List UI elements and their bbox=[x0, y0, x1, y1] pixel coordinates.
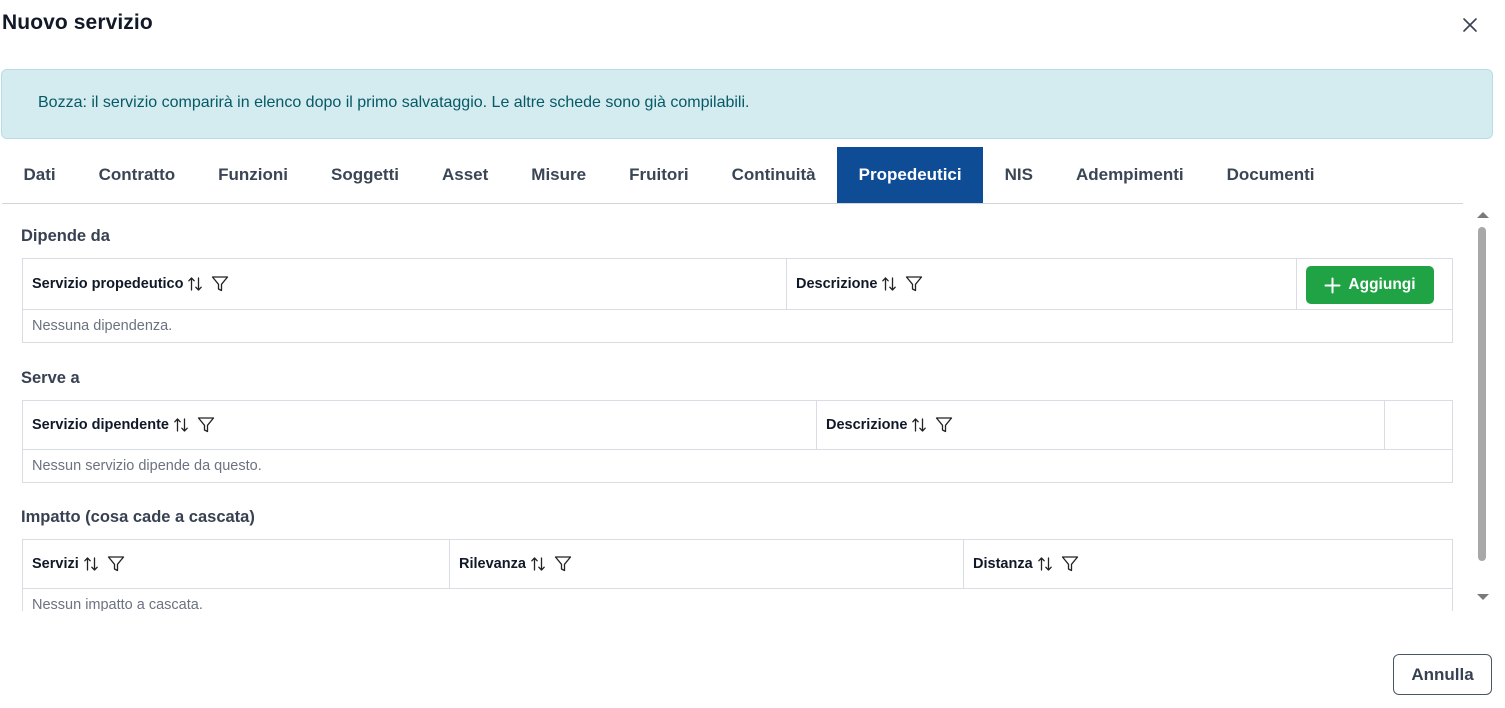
empty-row: Nessuna dipendenza. bbox=[32, 318, 173, 334]
table-impatto: Servizi Rilevanza Distanza Nessun impatt… bbox=[22, 539, 1453, 611]
tab-adempimenti[interactable]: Adempimenti bbox=[1054, 147, 1205, 203]
section-title-dipende: Dipende da bbox=[21, 227, 110, 245]
sort-icon[interactable] bbox=[1037, 555, 1053, 573]
tab-documenti[interactable]: Documenti bbox=[1205, 147, 1336, 203]
scrollbar-thumb[interactable] bbox=[1478, 227, 1486, 561]
sort-icon[interactable] bbox=[83, 555, 99, 573]
filter-icon[interactable] bbox=[935, 416, 953, 434]
filter-icon[interactable] bbox=[107, 555, 125, 573]
tab-misure[interactable]: Misure bbox=[510, 147, 608, 203]
filter-icon[interactable] bbox=[1061, 555, 1079, 573]
column-label: Distanza bbox=[973, 556, 1033, 572]
column-servizio-dipendente: Servizio dipendente bbox=[23, 401, 816, 449]
tab-dati[interactable]: Dati bbox=[2, 147, 77, 203]
table-header: Servizio dipendente Descrizione bbox=[23, 401, 1452, 450]
table-dipende: Servizio propedeutico Descrizione Aggiun… bbox=[22, 258, 1453, 343]
column-label: Descrizione bbox=[796, 276, 878, 292]
tab-fruitori[interactable]: Fruitori bbox=[608, 147, 711, 203]
column-label: Servizio propedeutico bbox=[32, 276, 184, 292]
draft-alert-text: Bozza: il servizio comparirà in elenco d… bbox=[38, 94, 750, 111]
filter-icon[interactable] bbox=[197, 416, 215, 434]
tab-soggetti[interactable]: Soggetti bbox=[309, 147, 420, 203]
vertical-scrollbar[interactable] bbox=[1474, 208, 1492, 606]
scroll-down-icon[interactable] bbox=[1476, 592, 1490, 602]
add-button[interactable]: Aggiungi bbox=[1306, 266, 1434, 304]
dialog-title: Nuovo servizio bbox=[2, 11, 153, 34]
sort-icon[interactable] bbox=[911, 416, 927, 434]
tab-funzioni[interactable]: Funzioni bbox=[197, 147, 310, 203]
sort-icon[interactable] bbox=[187, 275, 203, 293]
column-rilevanza: Rilevanza bbox=[449, 540, 963, 588]
tab-contratto[interactable]: Contratto bbox=[77, 147, 196, 203]
tab-continuita[interactable]: Continuità bbox=[710, 147, 837, 203]
column-actions: Aggiungi bbox=[1296, 259, 1452, 309]
tab-propedeutici[interactable]: Propedeutici bbox=[837, 147, 984, 203]
tab-bar: Dati Contratto Funzioni Soggetti Asset M… bbox=[2, 147, 1336, 203]
column-servizi: Servizi bbox=[23, 540, 449, 588]
column-label: Descrizione bbox=[826, 417, 908, 433]
empty-row: Nessun servizio dipende da questo. bbox=[32, 458, 262, 474]
table-serve: Servizio dipendente Descrizione Nessun s… bbox=[22, 400, 1453, 483]
table-header: Servizio propedeutico Descrizione Aggiun… bbox=[23, 259, 1452, 310]
tab-asset[interactable]: Asset bbox=[420, 147, 509, 203]
column-descrizione: Descrizione bbox=[786, 259, 1296, 309]
add-button-label: Aggiungi bbox=[1348, 276, 1416, 293]
column-label: Servizi bbox=[32, 556, 79, 572]
section-title-impatto: Impatto (cosa cade a cascata) bbox=[21, 508, 255, 526]
tab-content[interactable]: Dipende da Servizio propedeutico Descriz… bbox=[0, 204, 1475, 611]
sort-icon[interactable] bbox=[530, 555, 546, 573]
filter-icon[interactable] bbox=[211, 275, 229, 293]
filter-icon[interactable] bbox=[905, 275, 923, 293]
column-distanza: Distanza bbox=[963, 540, 1452, 588]
column-descrizione: Descrizione bbox=[816, 401, 1384, 449]
scroll-up-icon[interactable] bbox=[1476, 210, 1490, 220]
plus-icon bbox=[1324, 277, 1341, 293]
empty-row: Nessun impatto a cascata. bbox=[32, 597, 203, 611]
sort-icon[interactable] bbox=[881, 275, 897, 293]
tab-nis[interactable]: NIS bbox=[983, 147, 1054, 203]
sort-icon[interactable] bbox=[173, 416, 189, 434]
column-label: Rilevanza bbox=[459, 556, 526, 572]
cancel-button[interactable]: Annulla bbox=[1393, 654, 1492, 695]
draft-alert: Bozza: il servizio comparirà in elenco d… bbox=[1, 69, 1493, 139]
table-header: Servizi Rilevanza Distanza bbox=[23, 540, 1452, 589]
column-label: Servizio dipendente bbox=[32, 417, 169, 433]
filter-icon[interactable] bbox=[554, 555, 572, 573]
close-icon bbox=[1463, 18, 1477, 32]
column-servizio-propedeutico: Servizio propedeutico bbox=[23, 259, 786, 309]
section-title-serve: Serve a bbox=[21, 369, 80, 387]
close-button[interactable] bbox=[1457, 12, 1483, 38]
column-actions bbox=[1384, 401, 1452, 449]
